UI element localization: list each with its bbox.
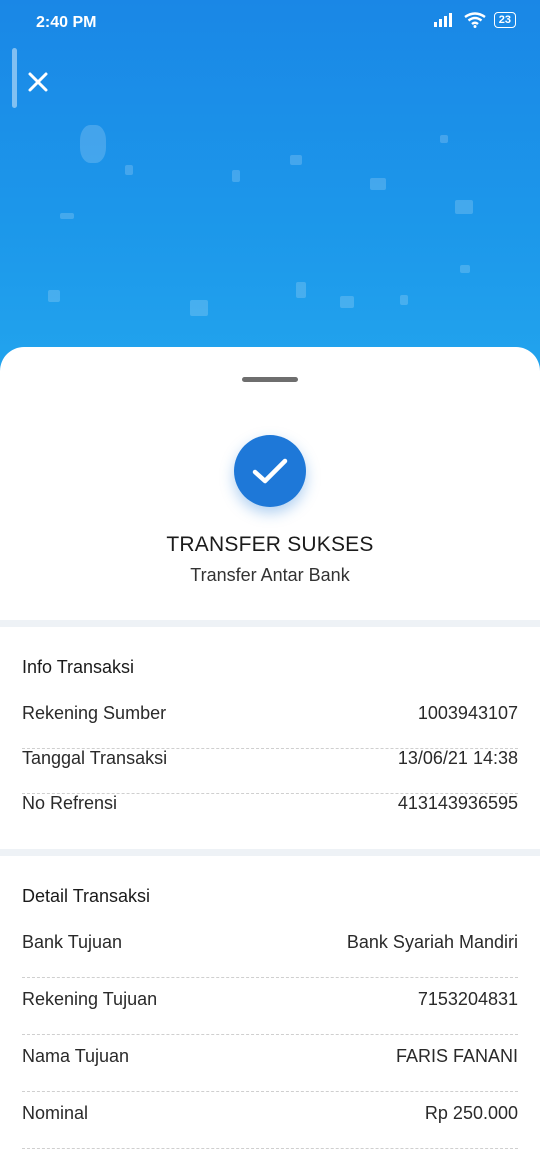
row-label: Rekening Tujuan: [22, 989, 158, 1009]
row-value: 1003943107: [417, 703, 518, 723]
check-icon: [252, 458, 288, 484]
info-section-title: Info Transaksi: [22, 657, 135, 677]
background-speck: [48, 290, 60, 302]
section-divider: [0, 620, 540, 627]
background-speck: [60, 213, 74, 219]
row-label: Nominal: [22, 1103, 89, 1123]
info-row-transaction-date: Tanggal Transaksi 13/06/21 14:38: [22, 748, 518, 794]
background-speck: [80, 125, 106, 163]
detail-row-destination-bank: Bank Tujuan Bank Syariah Mandiri: [22, 932, 518, 978]
row-label: Rekening Sumber: [22, 703, 167, 723]
background-speck: [455, 200, 473, 214]
section-divider: [0, 849, 540, 856]
row-value: Rp 250.000: [424, 1103, 518, 1123]
detail-row-amount: Nominal Rp 250.000: [22, 1103, 518, 1149]
info-row-source-account: Rekening Sumber 1003943107: [22, 703, 518, 749]
row-value: Bank Syariah Mandiri: [346, 932, 518, 952]
background-speck: [370, 178, 386, 190]
detail-section-title: Detail Transaksi: [22, 886, 151, 906]
background-speck: [190, 300, 208, 316]
background-speck: [440, 135, 448, 143]
background-speck: [340, 296, 354, 308]
close-button[interactable]: [22, 66, 54, 98]
detail-row-destination-name: Nama Tujuan FARIS FANANI: [22, 1046, 518, 1092]
wifi-icon: [464, 12, 486, 28]
row-label: Nama Tujuan: [22, 1046, 130, 1066]
edge-handle: [12, 48, 17, 108]
drag-handle[interactable]: [242, 377, 298, 382]
result-subtitle: Transfer Antar Bank: [190, 565, 350, 585]
status-time: 2:40 PM: [36, 14, 97, 31]
success-badge: [234, 435, 306, 507]
row-value: 413143936595: [397, 793, 518, 813]
row-label: Bank Tujuan: [22, 932, 123, 952]
receipt-sheet: TRANSFER SUKSES Transfer Antar Bank Info…: [0, 347, 540, 1149]
status-icons: 23: [433, 12, 516, 28]
result-title: TRANSFER SUKSES: [166, 533, 374, 556]
row-value: 13/06/21 14:38: [397, 748, 518, 768]
status-bar: 2:40 PM 23: [0, 0, 540, 46]
header-background: [0, 0, 540, 400]
background-speck: [400, 295, 408, 305]
detail-row-destination-account: Rekening Tujuan 7153204831: [22, 989, 518, 1035]
background-speck: [232, 170, 240, 182]
close-icon: [28, 72, 48, 92]
background-speck: [290, 155, 302, 165]
info-row-reference-number: No Refrensi 413143936595: [22, 793, 518, 837]
row-value: 7153204831: [417, 989, 518, 1009]
background-speck: [460, 265, 470, 273]
row-value: FARIS FANANI: [395, 1046, 518, 1066]
battery-indicator: 23: [493, 12, 516, 28]
background-speck: [125, 165, 133, 175]
background-speck: [296, 282, 306, 298]
row-label: No Refrensi: [22, 793, 118, 813]
row-label: Tanggal Transaksi: [22, 748, 168, 768]
signal-icon: [433, 13, 452, 27]
